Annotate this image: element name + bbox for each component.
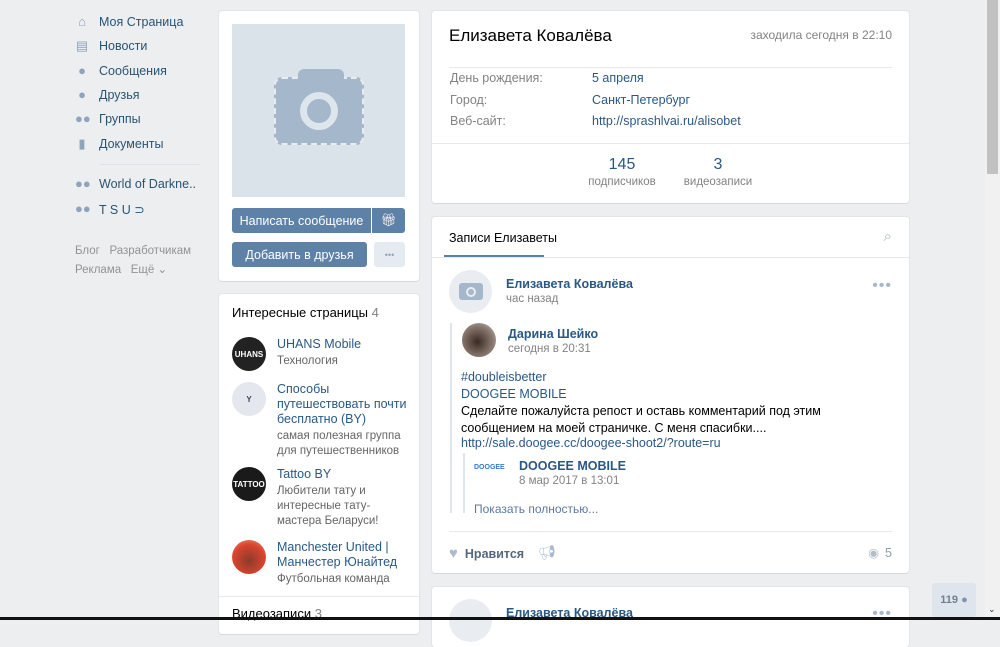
send-message-button[interactable]: Написать сообщение xyxy=(232,208,371,233)
footer-link-more[interactable]: Ещё ⌄ xyxy=(131,264,167,276)
avatar[interactable] xyxy=(449,599,492,642)
repost-time[interactable]: сегодня в 20:31 xyxy=(508,343,591,355)
groups-icon: ●● xyxy=(75,201,91,216)
search-icon[interactable]: ⌕ xyxy=(884,228,892,245)
profile-info-card: Елизавета Ковалёва заходила сегодня в 22… xyxy=(432,11,909,203)
online-friends-button[interactable]: 119 ● xyxy=(932,583,976,617)
page-avatar: TATTOO xyxy=(232,467,266,501)
wall-card: Записи Елизаветы ⌕ Елизавета Ковалёва ча… xyxy=(432,217,909,573)
page-avatar xyxy=(232,540,266,574)
list-item[interactable]: Manchester United | Манчестер Юнайтед Фут… xyxy=(232,540,407,587)
tab-wall-posts[interactable]: Записи Елизаветы xyxy=(449,231,557,245)
sidebar-item-group[interactable]: ●● T S U ⊃ xyxy=(75,198,145,220)
post-text: Сделайте пожалуйста репост и оставь комм… xyxy=(461,404,821,435)
sidebar-item-messages[interactable]: ● Сообщения xyxy=(75,60,167,82)
sidebar-item-friends[interactable]: ● Друзья xyxy=(75,84,139,106)
page-avatar: Y xyxy=(232,382,266,416)
avatar[interactable] xyxy=(462,323,496,357)
post-link[interactable]: http://sale.doogee.cc/doogee-shoot2/?rou… xyxy=(461,436,721,450)
post-time[interactable]: час назад xyxy=(506,293,558,305)
post-menu-icon[interactable]: ••• xyxy=(872,277,892,295)
profile-photo[interactable] xyxy=(232,24,405,197)
post-menu-icon[interactable]: ••• xyxy=(872,605,892,623)
messages-icon: ● xyxy=(78,63,86,78)
gift-icon: 🎁︎ xyxy=(380,213,397,227)
sidebar-item-documents[interactable]: ▮ Документы xyxy=(75,133,163,155)
camera-icon xyxy=(458,283,483,300)
sidebar-item-my-page[interactable]: ⌂ Моя Страница xyxy=(75,11,183,33)
section-title[interactable]: Интересные страницы 4 xyxy=(232,305,379,320)
footer-link-dev[interactable]: Разработчикам xyxy=(109,245,191,257)
chevron-down-icon[interactable]: ⌄ xyxy=(988,604,996,615)
views-count: ◉ 5 xyxy=(868,545,892,561)
groups-icon: ●● xyxy=(75,111,91,126)
list-item[interactable]: UHANS UHANS Mobile Технология xyxy=(232,337,407,371)
page-avatar: UHANS xyxy=(232,337,266,371)
scrollbar[interactable]: ⌄ xyxy=(985,0,1000,617)
mention-link[interactable]: DOOGEE MOBILE xyxy=(461,387,567,401)
eye-icon: ◉ xyxy=(868,546,880,560)
add-friend-button[interactable]: Добавить в друзья xyxy=(232,242,367,267)
post-author[interactable]: Елизавета Ковалёва xyxy=(506,277,633,291)
gift-button[interactable]: 🎁︎ xyxy=(372,208,405,233)
last-seen: заходила сегодня в 22:10 xyxy=(750,28,892,42)
heart-icon: ♥ xyxy=(449,545,458,562)
counter-videos[interactable]: 3 видеозаписи xyxy=(678,156,758,188)
hashtag-link[interactable]: #doubleisbetter xyxy=(461,370,546,384)
camera-icon xyxy=(273,68,364,145)
sidebar-item-group[interactable]: ●● World of Darkne.. xyxy=(75,173,196,195)
show-more-link[interactable]: Показать полностью... xyxy=(474,502,598,516)
avatar[interactable] xyxy=(449,270,492,313)
groups-icon: ●● xyxy=(75,176,91,191)
profile-photo-card: Написать сообщение 🎁︎ Добавить в друзья … xyxy=(219,11,419,281)
repost-author[interactable]: Дарина Шейко xyxy=(508,327,598,341)
scrollbar-thumb[interactable] xyxy=(987,0,998,174)
footer-link-blog[interactable]: Блог xyxy=(75,245,100,257)
info-website: Веб-сайт: http://sprashlvai.ru/alisobet xyxy=(450,114,741,128)
info-city: Город: Санкт-Петербург xyxy=(450,93,691,107)
inner-time[interactable]: 8 мар 2017 в 13:01 xyxy=(519,475,619,487)
footer-link-ads[interactable]: Реклама xyxy=(75,264,121,276)
documents-icon: ▮ xyxy=(78,136,86,151)
sidebar-item-news[interactable]: ▤ Новости xyxy=(75,35,148,57)
friends-icon: ● xyxy=(78,87,86,102)
list-item[interactable]: TATTOO Tattoo BY Любители тату и интересны… xyxy=(232,467,407,529)
doogee-logo: DOOGEE xyxy=(474,464,505,471)
share-icon[interactable]: 📢︎ xyxy=(538,544,556,561)
info-birthday: День рождения: 5 апреля xyxy=(450,71,644,85)
counter-followers[interactable]: 145 подписчиков xyxy=(582,156,662,188)
user-icon: ● xyxy=(961,594,968,606)
list-item[interactable]: Y Способы путешествовать почти бесплатно … xyxy=(232,382,407,459)
more-actions-button[interactable]: ••• xyxy=(374,242,405,267)
sidebar-item-groups[interactable]: ●● Группы xyxy=(75,108,141,130)
home-icon: ⌂ xyxy=(78,14,86,29)
page-title: Елизавета Ковалёва xyxy=(449,26,612,45)
inner-author[interactable]: DOOGEE MOBILE xyxy=(519,459,626,473)
news-icon: ▤ xyxy=(75,38,89,53)
divider xyxy=(100,164,200,165)
like-button[interactable]: ♥ Нравится xyxy=(449,545,524,562)
